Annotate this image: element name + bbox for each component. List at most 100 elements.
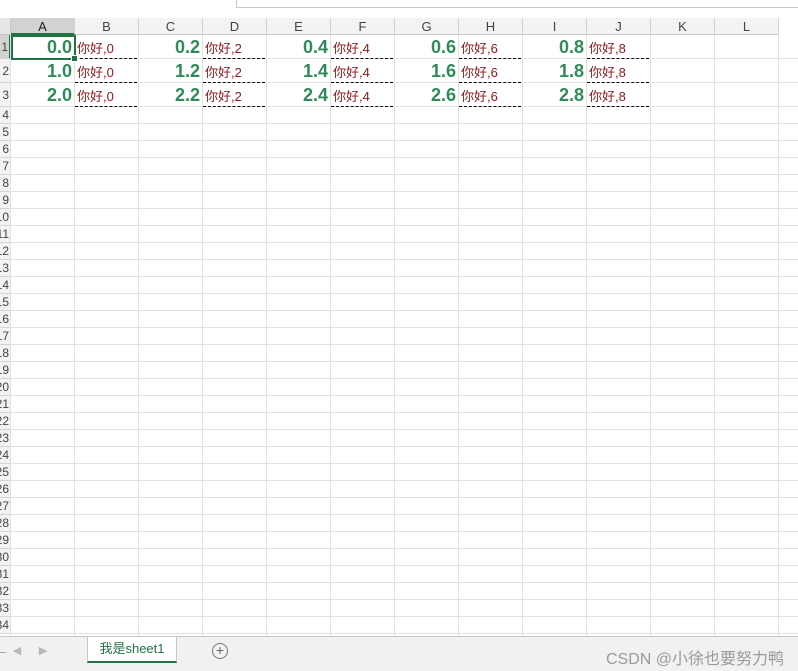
row-header-label: 31: [0, 567, 9, 581]
row-header-label: 3: [2, 88, 9, 102]
row-header-label: 7: [2, 159, 9, 173]
grid-line-vertical: [458, 35, 459, 636]
worksheet-grid[interactable]: ABCDEFGHIJKL 123456789101112131415161718…: [0, 18, 798, 636]
grid-line-horizontal: [11, 276, 798, 277]
column-header-h[interactable]: H: [459, 18, 523, 35]
cell-b2[interactable]: 你好,0: [75, 59, 137, 83]
column-header-a[interactable]: A: [11, 18, 75, 35]
cell-a3[interactable]: 2.0: [11, 83, 75, 107]
column-header-l[interactable]: L: [715, 18, 779, 35]
column-header-i[interactable]: I: [523, 18, 587, 35]
grid-line-horizontal: [11, 480, 798, 481]
row-header-label: 27: [0, 499, 9, 513]
sheet-tab-active[interactable]: 我是sheet1: [87, 637, 177, 663]
row-header-label: 25: [0, 465, 9, 479]
cell-j3[interactable]: 你好,8: [587, 83, 649, 107]
column-header-b[interactable]: B: [75, 18, 139, 35]
cell-h1[interactable]: 你好,6: [459, 35, 521, 59]
cell-b3[interactable]: 你好,0: [75, 83, 137, 107]
column-header-c[interactable]: C: [139, 18, 203, 35]
cell-c3[interactable]: 2.2: [139, 83, 203, 107]
cell-c2[interactable]: 1.2: [139, 59, 203, 83]
row-header-label: 18: [0, 346, 9, 360]
row-header-label: 29: [0, 533, 9, 547]
cell-c1[interactable]: 0.2: [139, 35, 203, 59]
row-header-label: 12: [0, 244, 9, 258]
row-header-label: 16: [0, 312, 9, 326]
cell-i3[interactable]: 2.8: [523, 83, 587, 107]
grid-line-horizontal: [11, 310, 798, 311]
cell-g3[interactable]: 2.6: [395, 83, 459, 107]
column-header-f[interactable]: F: [331, 18, 395, 35]
cell-e1[interactable]: 0.4: [267, 35, 331, 59]
grid-line-horizontal: [11, 378, 798, 379]
row-header-label: 19: [0, 363, 9, 377]
cell-g2[interactable]: 1.6: [395, 59, 459, 83]
cell-h3[interactable]: 你好,6: [459, 83, 521, 107]
column-header-g[interactable]: G: [395, 18, 459, 35]
cell-e3[interactable]: 2.4: [267, 83, 331, 107]
cell-f1[interactable]: 你好,4: [331, 35, 393, 59]
cell-b1[interactable]: 你好,0: [75, 35, 137, 59]
grid-line-horizontal: [11, 548, 798, 549]
grid-line-vertical: [266, 35, 267, 636]
column-header-d[interactable]: D: [203, 18, 267, 35]
cell-g1[interactable]: 0.6: [395, 35, 459, 59]
grid-line-vertical: [650, 35, 651, 636]
grid-line-vertical: [714, 35, 715, 636]
cell-e2[interactable]: 1.4: [267, 59, 331, 83]
grid-line-horizontal: [11, 429, 798, 430]
row-header-label: 17: [0, 329, 9, 343]
select-all-corner[interactable]: [0, 18, 11, 35]
cell-h2[interactable]: 你好,6: [459, 59, 521, 83]
grid-line-vertical: [10, 35, 11, 636]
cell-j1[interactable]: 你好,8: [587, 35, 649, 59]
column-header-k[interactable]: K: [651, 18, 715, 35]
row-header-label: 13: [0, 261, 9, 275]
chevron-right-icon[interactable]: ▶: [36, 644, 50, 658]
grid-line-vertical: [138, 35, 139, 636]
grid-line-horizontal: [11, 514, 798, 515]
cell-a2[interactable]: 1.0: [11, 59, 75, 83]
cell-f2[interactable]: 你好,4: [331, 59, 393, 83]
chevron-left-icon[interactable]: ◀: [10, 644, 24, 658]
row-header-label: 32: [0, 584, 9, 598]
row-header-label: 14: [0, 278, 9, 292]
grid-line-horizontal: [11, 599, 798, 600]
cell-d3[interactable]: 你好,2: [203, 83, 265, 107]
row-header-label: 28: [0, 516, 9, 530]
cell-j2[interactable]: 你好,8: [587, 59, 649, 83]
grid-line-horizontal: [11, 582, 798, 583]
formula-bar-area: [0, 0, 798, 18]
column-header-e[interactable]: E: [267, 18, 331, 35]
cell-d1[interactable]: 你好,2: [203, 35, 265, 59]
row-header-label: 10: [0, 210, 9, 224]
grid-line-horizontal: [11, 446, 798, 447]
row-header-label: 9: [2, 193, 9, 207]
cell-i1[interactable]: 0.8: [523, 35, 587, 59]
grid-line-horizontal: [11, 208, 798, 209]
cell-f3[interactable]: 你好,4: [331, 83, 393, 107]
grid-line-horizontal: [11, 344, 798, 345]
grid-line-horizontal: [11, 497, 798, 498]
row-header-label: 5: [2, 125, 9, 139]
grid-line-horizontal: [11, 361, 798, 362]
row-header-label: 4: [2, 108, 9, 122]
add-sheet-icon[interactable]: +: [212, 643, 228, 659]
grid-line-horizontal: [11, 327, 798, 328]
row-header-label: 34: [0, 618, 9, 632]
column-header-j[interactable]: J: [587, 18, 651, 35]
grid-line-vertical: [586, 35, 587, 636]
grid-line-horizontal: [11, 174, 798, 175]
cell-d2[interactable]: 你好,2: [203, 59, 265, 83]
row-header-label: 21: [0, 397, 9, 411]
grid-line-vertical: [330, 35, 331, 636]
cell-i2[interactable]: 1.8: [523, 59, 587, 83]
cell-a1[interactable]: 0.0: [11, 35, 75, 59]
grid-line-horizontal: [11, 293, 798, 294]
row-header-label: 20: [0, 380, 9, 394]
grid-line-horizontal: [11, 242, 798, 243]
row-header-label: 6: [2, 142, 9, 156]
formula-input[interactable]: [236, 0, 798, 8]
grid-line-horizontal: [11, 463, 798, 464]
